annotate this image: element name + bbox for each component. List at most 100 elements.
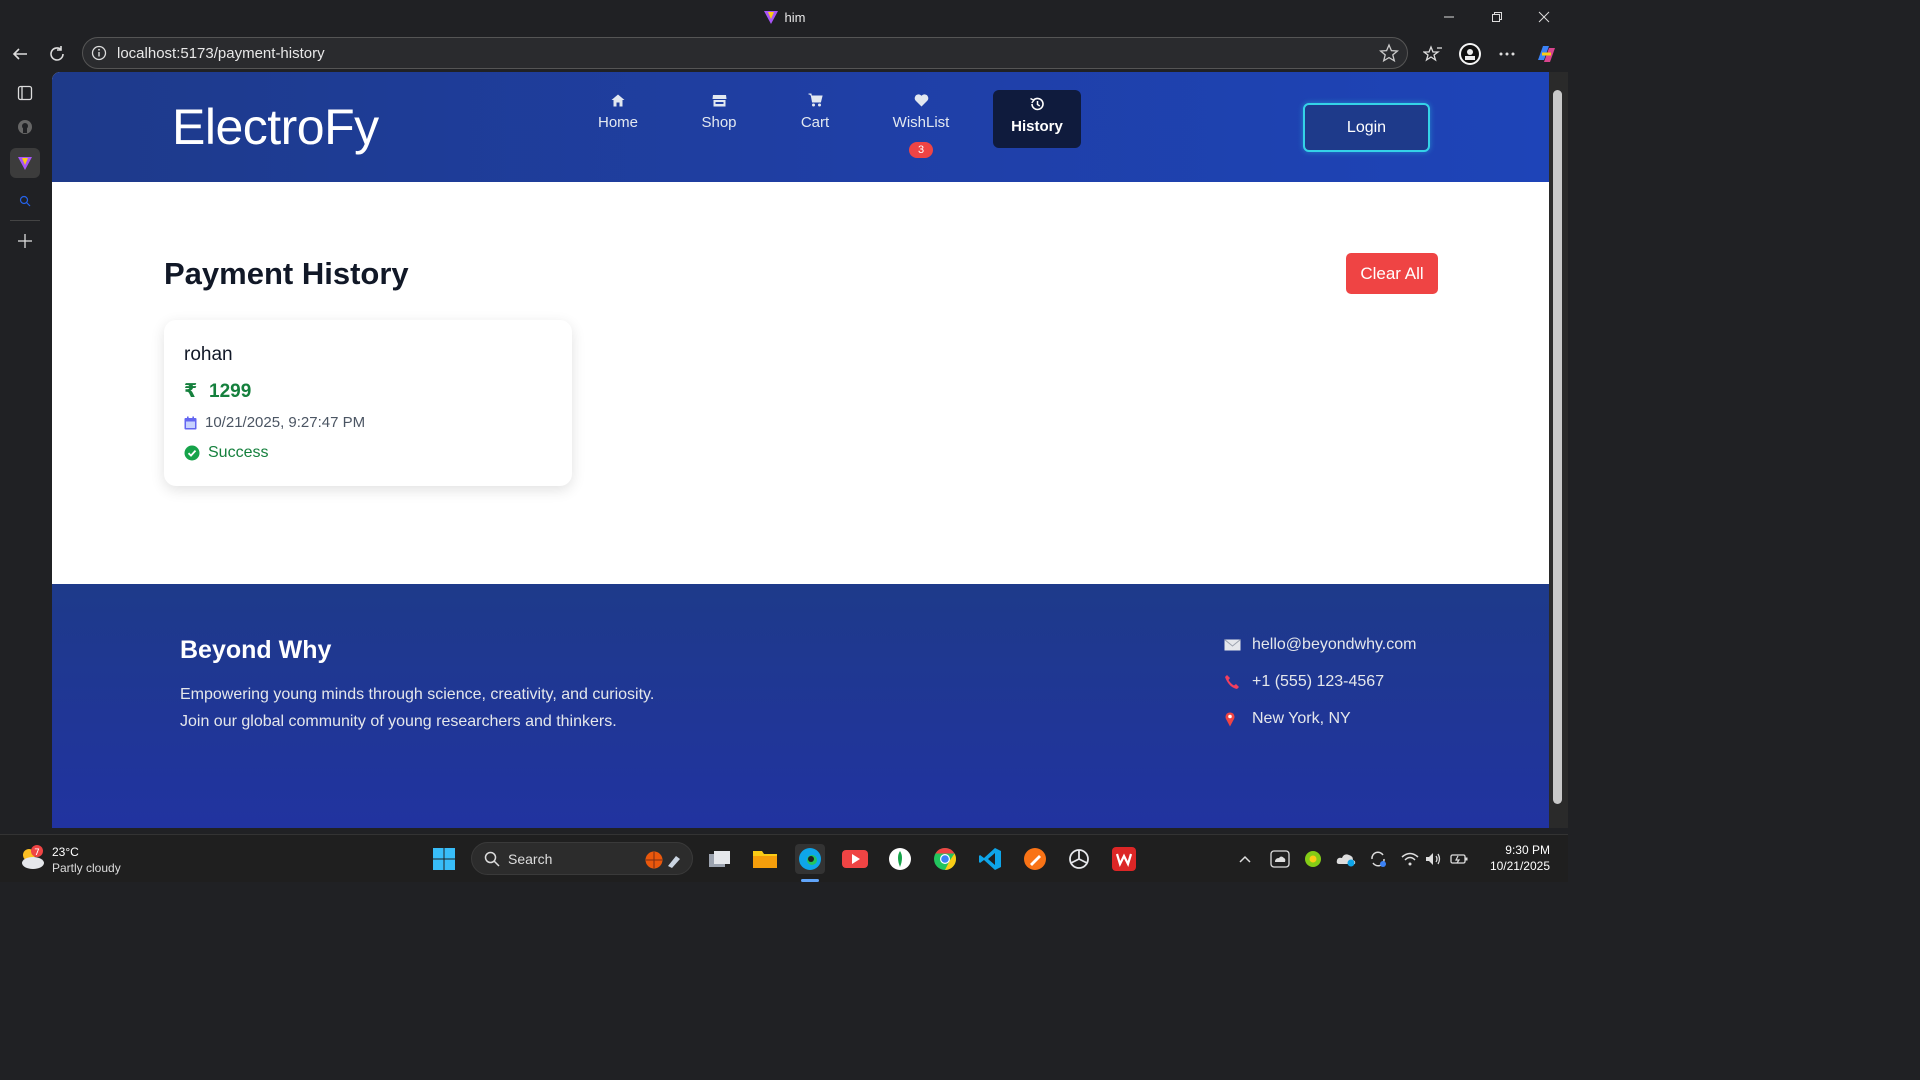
nav-cart[interactable]: Cart [790,90,840,148]
nav-wishlist[interactable]: WishList 3 [886,90,956,158]
site-info-icon[interactable] [91,45,107,61]
active-app-indicator [801,879,819,882]
payment-status-row: Success [184,444,268,462]
weather-alert-badge: 7 [34,848,40,858]
nav-history[interactable]: History [993,90,1081,148]
taskbar-clock[interactable]: 9:30 PM 10/21/2025 [1470,842,1550,874]
site-brand-logo[interactable]: ElectroFy [172,98,379,156]
page-viewport: ElectroFy Home Shop Cart WishList 3 Hist… [52,72,1549,828]
reload-button[interactable] [43,40,71,68]
wifi-icon[interactable] [1401,849,1419,869]
nav-cart-label: Cart [800,114,830,131]
minimize-button[interactable] [1427,6,1471,28]
edge-browser-icon[interactable] [795,844,825,874]
file-explorer-icon[interactable] [750,844,780,874]
chrome-icon[interactable] [930,844,960,874]
window-title: him [0,9,1568,28]
copilot-icon[interactable] [1532,40,1560,68]
login-button[interactable]: Login [1303,103,1430,152]
volume-icon[interactable] [1425,849,1443,869]
site-footer: Beyond Why Empowering young minds throug… [52,584,1549,828]
payment-customer-name: rohan [184,344,233,365]
restore-button[interactable] [1475,6,1519,28]
footer-phone[interactable]: +1 (555) 123-4567 [1224,673,1384,691]
shop-icon [712,90,727,110]
url-text: localhost:5173/payment-history [117,45,325,62]
chatgpt-icon[interactable] [1064,844,1094,874]
github-tab-icon[interactable] [10,112,40,142]
weather-widget[interactable]: 7 23°C Partly cloudy [18,841,158,877]
browser-sidebar [0,72,52,834]
home-icon [611,90,625,110]
windows-taskbar: 7 23°C Partly cloudy Search 9:30 PM 10/2… [0,834,1568,882]
profile-avatar[interactable] [1456,40,1484,68]
vite-tab-icon[interactable] [10,148,40,178]
search-label: Search [508,851,553,867]
task-view-icon[interactable] [705,844,735,874]
footer-email[interactable]: hello@beyondwhy.com [1224,636,1416,654]
footer-phone-text: +1 (555) 123-4567 [1252,673,1385,690]
footer-location-text: New York, NY [1252,710,1351,727]
favorites-icon[interactable] [1419,40,1447,68]
nav-home-label: Home [597,114,638,131]
battery-icon[interactable] [1450,849,1468,869]
weather-temperature: 23°C [52,845,79,859]
calendar-icon [184,416,197,429]
location-pin-icon [1224,711,1252,727]
mongodb-icon[interactable] [885,844,915,874]
vscode-icon[interactable] [975,844,1005,874]
weather-condition: Partly cloudy [52,861,121,875]
page-title: Payment History [164,256,409,291]
payment-status: Success [208,444,269,461]
footer-email-text: hello@beyondwhy.com [1252,636,1417,653]
footer-location: New York, NY [1224,710,1351,728]
cart-icon [808,90,823,110]
search-tab-icon[interactable] [10,186,40,216]
app-tray-icon[interactable] [1304,849,1322,869]
clock-time: 9:30 PM [1505,843,1550,857]
payment-card: rohan ₹ 1299 10/21/2025, 9:27:47 PM Succ… [164,320,572,486]
close-window-button[interactable] [1522,6,1566,28]
payment-amount-row: ₹ 1299 [184,380,251,403]
sync-tray-icon[interactable] [1368,849,1388,869]
cloud-sync-tray-icon[interactable] [1336,849,1356,869]
heart-icon [914,90,929,110]
back-button[interactable] [6,40,34,68]
nav-home[interactable]: Home [586,90,650,148]
wishlist-count-badge: 3 [909,142,933,158]
windows-start-icon[interactable] [429,844,459,874]
payment-datetime: 10/21/2025, 9:27:47 PM [205,414,366,431]
nav-shop[interactable]: Shop [691,90,747,148]
search-icon [484,851,500,872]
onedrive-tray-icon[interactable] [1270,849,1290,869]
footer-tagline-2: Join our global community of young resea… [180,713,617,730]
payment-date-row: 10/21/2025, 9:27:47 PM [184,414,365,431]
youtube-icon[interactable] [840,844,870,874]
clear-all-button[interactable]: Clear All [1346,253,1438,294]
address-bar[interactable]: localhost:5173/payment-history [82,37,1408,69]
site-header: ElectroFy Home Shop Cart WishList 3 Hist… [52,72,1549,182]
browser-toolbar: localhost:5173/payment-history [0,34,1568,72]
wps-office-icon[interactable] [1109,844,1139,874]
page-scrollbar[interactable] [1549,72,1568,828]
tab-actions-icon[interactable] [10,78,40,108]
rupee-icon: ₹ [184,381,198,402]
vite-logo-icon [763,9,779,28]
check-circle-icon [184,445,200,461]
new-tab-plus-icon[interactable] [10,226,40,256]
taskbar-search-box[interactable]: Search [471,842,693,875]
more-menu-icon[interactable] [1493,40,1521,68]
postman-icon[interactable] [1020,844,1050,874]
scrollbar-thumb[interactable] [1553,90,1562,804]
nav-shop-label: Shop [701,114,737,131]
tray-overflow-icon[interactable] [1238,849,1252,869]
partly-cloudy-icon: 7 [18,845,46,876]
clock-date: 10/21/2025 [1489,859,1550,873]
envelope-icon [1224,639,1252,651]
nav-history-label: History [1011,118,1063,135]
phone-icon [1224,674,1252,690]
history-icon [1029,94,1045,114]
payment-amount: 1299 [209,380,252,402]
favorite-star-icon[interactable] [1378,43,1400,68]
search-highlight-icon [644,850,684,875]
